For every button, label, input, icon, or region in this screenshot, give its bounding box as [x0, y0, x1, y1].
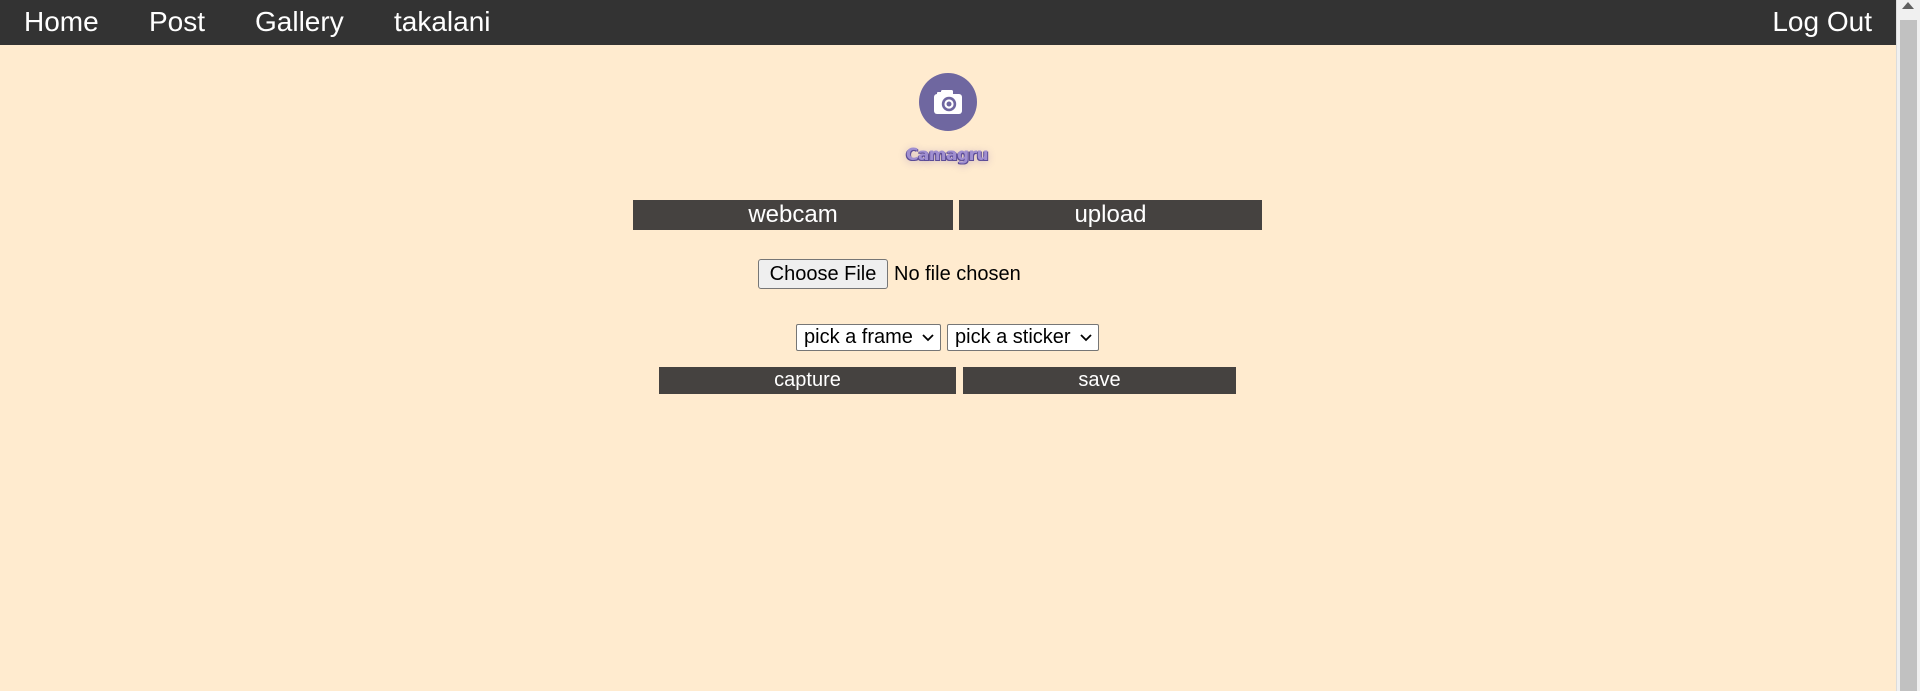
frame-select-value: pick a frame	[804, 326, 913, 348]
upload-button[interactable]: upload	[959, 200, 1262, 230]
vertical-scrollbar[interactable]	[1896, 0, 1920, 691]
top-navbar: Home Post Gallery takalani Log Out	[0, 0, 1896, 45]
sticker-select[interactable]: pick a sticker	[947, 324, 1099, 351]
nav-user-link[interactable]: takalani	[394, 6, 491, 38]
save-button[interactable]: save	[963, 367, 1236, 394]
app-logo-title: Camagru	[905, 145, 989, 165]
file-status-text: No file chosen	[894, 263, 1021, 285]
frame-select[interactable]: pick a frame	[796, 324, 941, 351]
nav-home-link[interactable]: Home	[24, 6, 99, 38]
logout-link[interactable]: Log Out	[1772, 6, 1872, 38]
chevron-down-icon	[1080, 334, 1092, 342]
camera-icon	[919, 73, 977, 131]
nav-post-link[interactable]: Post	[149, 6, 205, 38]
webcam-button[interactable]: webcam	[633, 200, 953, 230]
choose-file-button[interactable]: Choose File	[758, 259, 888, 289]
sticker-select-value: pick a sticker	[955, 326, 1071, 348]
scrollbar-thumb[interactable]	[1900, 20, 1917, 691]
nav-gallery-link[interactable]: Gallery	[255, 6, 344, 38]
page: Home Post Gallery takalani Log Out Camag…	[0, 0, 1920, 691]
capture-button[interactable]: capture	[659, 367, 956, 394]
chevron-down-icon	[922, 334, 934, 342]
scroll-up-arrow-icon[interactable]	[1902, 2, 1914, 9]
